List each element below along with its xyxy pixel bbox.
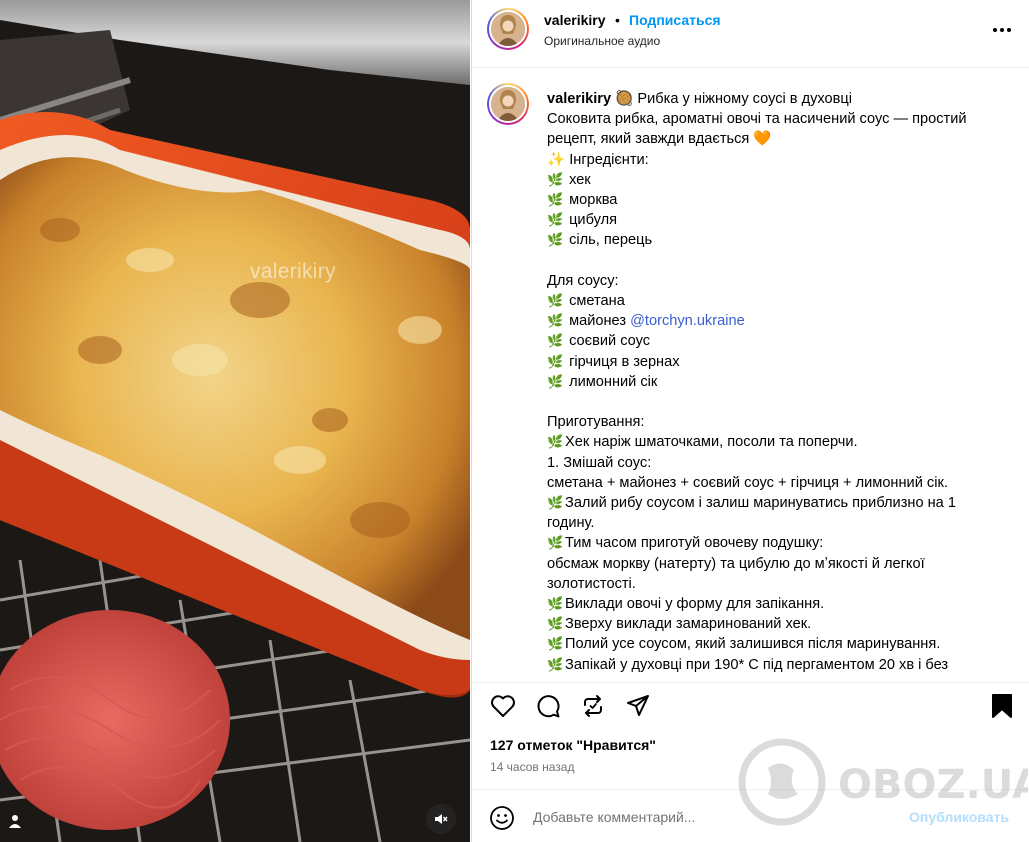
prep-step: 🌿 Запікай у духовці при 190* С під пергам… xyxy=(547,655,1002,675)
bowl-emoji: 🥘 xyxy=(615,91,634,107)
original-audio-link[interactable]: Оригинальное аудио xyxy=(544,34,660,48)
leaf-icon: 🌿 xyxy=(547,535,564,551)
sauce-item: 🌿 лимонний сік xyxy=(547,372,1002,392)
repost-icon xyxy=(584,695,602,717)
leaf-icon: 🌿 xyxy=(547,333,564,349)
post-caption: valerikiry 🥘 Рибка у ніжному соусі в дух… xyxy=(472,69,1029,681)
leaf-icon: 🌿 xyxy=(547,293,564,309)
leaf-icon: 🌿 xyxy=(547,192,564,208)
post-details-panel: valerikiry • Подписаться Оригинальное ау… xyxy=(471,0,1029,842)
caption-title: Рибка у ніжному соусі в духовці xyxy=(637,91,853,107)
follow-button[interactable]: Подписаться xyxy=(629,12,721,28)
leaf-icon: 🌿 xyxy=(547,656,564,672)
ingredient-item: 🌿 морква xyxy=(547,190,1002,210)
comment-bubble-icon xyxy=(537,695,560,718)
comment-button[interactable] xyxy=(533,691,563,721)
sauce-item: 🌿 сметана xyxy=(547,291,1002,311)
emoji-picker-button[interactable] xyxy=(488,804,516,832)
food-video-frame xyxy=(0,0,470,842)
heart-icon xyxy=(491,695,515,717)
prep-step: 🌿 Тим часом приготуй овочеву подушку: xyxy=(547,533,1002,553)
post-timestamp[interactable]: 14 часов назад xyxy=(490,760,574,774)
likes-count[interactable]: 127 отметок "Нравится" xyxy=(490,737,656,753)
prep-step: 🌿 Виклади овочі у форму для запікання. xyxy=(547,594,1002,614)
person-icon xyxy=(9,815,21,828)
save-button[interactable] xyxy=(987,691,1017,721)
post-header: valerikiry • Подписаться Оригинальное ау… xyxy=(472,0,1029,68)
leaf-icon: 🌿 xyxy=(547,434,564,450)
leaf-icon: 🌿 xyxy=(547,373,564,389)
sauce-item: 🌿 гірчиця в зернах xyxy=(547,352,1002,372)
leaf-icon: 🌿 xyxy=(547,171,564,187)
ingredients-header: ✨ Інгредієнти: xyxy=(547,151,649,168)
prep-step: 1. Змішай соус: xyxy=(547,454,652,471)
leaf-icon: 🌿 xyxy=(547,636,564,652)
leaf-icon: 🌿 xyxy=(547,313,564,329)
leaf-icon: 🌿 xyxy=(547,232,564,248)
speaker-muted-icon xyxy=(435,814,448,824)
send-icon xyxy=(627,695,649,716)
repost-button[interactable] xyxy=(578,691,608,721)
publish-button[interactable]: Опубликовать xyxy=(909,809,1009,825)
prep-step: 🌿 Зверху виклади замаринований хек. xyxy=(547,614,1002,634)
ingredient-item: 🌿 сіль, перець xyxy=(547,230,1002,250)
avatar[interactable] xyxy=(487,8,529,50)
post-media[interactable]: valerikiry xyxy=(0,0,470,842)
caption-author[interactable]: valerikiry xyxy=(547,91,611,107)
caption-text: valerikiry 🥘 Рибка у ніжному соусі в дух… xyxy=(547,89,1002,675)
post-actions: 127 отметок "Нравится" 14 часов назад Оп… xyxy=(472,682,1029,842)
leaf-icon: 🌿 xyxy=(547,616,564,632)
like-button[interactable] xyxy=(488,691,518,721)
tagged-people-button[interactable] xyxy=(2,808,28,834)
prep-step: 🌿 Залий рибу соусом і залиш маринуватись … xyxy=(547,495,956,532)
leaf-icon: 🌿 xyxy=(547,596,564,612)
leaf-icon: 🌿 xyxy=(547,212,564,228)
leaf-icon: 🌿 xyxy=(547,495,564,511)
prep-step: 🌿 Хек наріж шматочками, посоли та поперчи… xyxy=(547,432,1002,452)
prep-step: 🌿 Полий усе соусом, який залишився після … xyxy=(547,634,1002,654)
ingredient-item: 🌿 хек xyxy=(547,170,1002,190)
post-author-username[interactable]: valerikiry xyxy=(544,12,606,28)
brand-mention-link[interactable]: @torchyn.ukraine xyxy=(630,313,745,329)
sauce-header: Для соусу: xyxy=(547,272,619,289)
bookmark-filled-icon xyxy=(992,694,1012,718)
leaf-icon: 🌿 xyxy=(547,353,564,369)
video-watermark: valerikiry xyxy=(250,260,336,283)
prep-step: сметана + майонез + соєвий соус + гірчиц… xyxy=(547,474,948,491)
ingredient-item: 🌿 цибуля xyxy=(547,210,1002,230)
comment-form: Опубликовать xyxy=(472,789,1029,842)
mute-button[interactable] xyxy=(426,804,456,834)
smiley-icon xyxy=(490,806,514,830)
caption-avatar[interactable] xyxy=(487,83,529,125)
comment-input[interactable] xyxy=(533,806,893,828)
prep-header: Приготування: xyxy=(547,414,645,431)
sauce-item: 🌿 майонез @torchyn.ukraine xyxy=(547,311,1002,331)
caption-intro: Соковита рибка, ароматні овочі та насиче… xyxy=(547,111,967,148)
prep-step: обсмаж моркву (натерту) та цибулю до мʼя… xyxy=(547,555,925,592)
share-button[interactable] xyxy=(623,691,653,721)
separator-dot: • xyxy=(615,12,620,28)
sauce-item: 🌿 соєвий соус xyxy=(547,331,1002,351)
more-options-button[interactable] xyxy=(988,18,1016,42)
more-horizontal-icon xyxy=(993,28,1011,32)
